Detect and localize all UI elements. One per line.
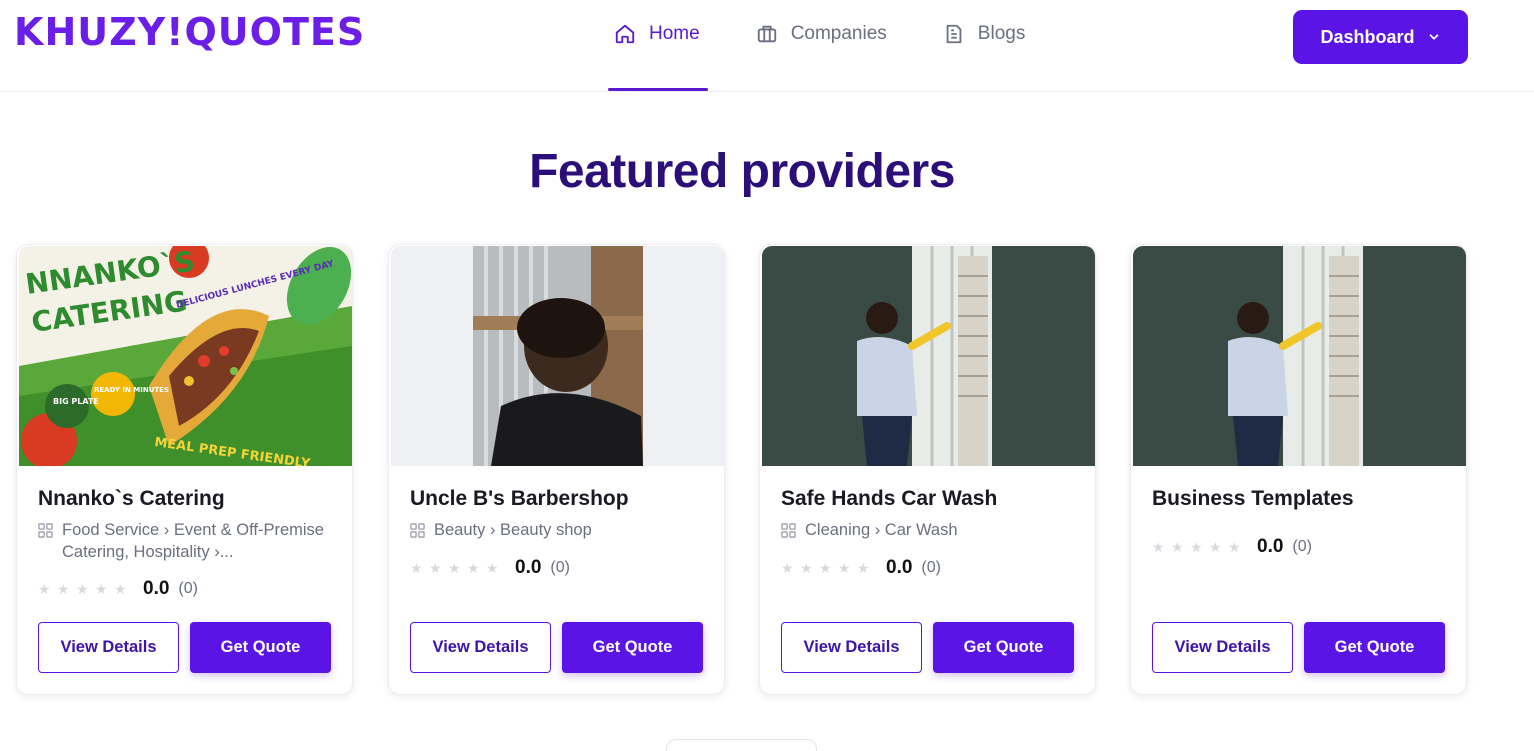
- get-quote-button[interactable]: Get Quote: [562, 622, 703, 673]
- category-text: Beauty › Beauty shop: [434, 521, 592, 539]
- rating-value: 0.0: [886, 557, 913, 578]
- provider-image[interactable]: [1133, 246, 1466, 466]
- star-rating: ★ ★ ★ ★ ★: [1152, 538, 1247, 555]
- star-icon: ★: [95, 580, 108, 597]
- chevron-down-icon: [1427, 30, 1441, 44]
- get-quote-button[interactable]: Get Quote: [1304, 622, 1445, 673]
- get-quote-button[interactable]: Get Quote: [190, 622, 331, 673]
- provider-image[interactable]: [762, 246, 1095, 466]
- category-grid-icon: [410, 523, 425, 538]
- main-nav: Home Companies Blogs: [608, 0, 1075, 91]
- get-quote-button[interactable]: Get Quote: [933, 622, 1074, 673]
- provider-rating: ★ ★ ★ ★ ★ 0.0 (0): [1152, 536, 1312, 558]
- active-tab-indicator: [608, 88, 708, 91]
- dashboard-label: Dashboard: [1320, 26, 1415, 47]
- star-icon: ★: [781, 559, 794, 576]
- nav-item-label: Blogs: [977, 22, 1026, 44]
- view-details-button[interactable]: View Details: [38, 622, 179, 673]
- provider-name[interactable]: Uncle B's Barbershop: [410, 487, 629, 511]
- star-icon: ★: [114, 580, 127, 597]
- flyer-badge-big-plate: BIG PLATE: [53, 397, 99, 406]
- document-icon: [943, 23, 965, 45]
- provider-card[interactable]: NNANKO`S CATERING DELICIOUS LUNCHES EVER…: [16, 244, 353, 695]
- nav-item-label: Companies: [790, 22, 887, 44]
- star-icon: ★: [467, 559, 480, 576]
- provider-category: Cleaning › Car Wash: [781, 519, 1081, 541]
- flyer-badge-ready: READY IN MINUTES: [94, 386, 169, 394]
- provider-rating: ★ ★ ★ ★ ★ 0.0 (0): [410, 557, 570, 579]
- nav-item-blogs[interactable]: Blogs: [937, 0, 1032, 79]
- provider-image[interactable]: NNANKO`S CATERING DELICIOUS LUNCHES EVER…: [19, 246, 352, 466]
- view-details-button[interactable]: View Details: [781, 622, 922, 673]
- nav-item-companies[interactable]: Companies: [750, 0, 893, 79]
- star-icon: ★: [1171, 538, 1184, 555]
- provider-card[interactable]: Uncle B's Barbershop Beauty › Beauty sho…: [388, 244, 725, 695]
- provider-card[interactable]: Safe Hands Car Wash Cleaning › Car Wash …: [759, 244, 1096, 695]
- star-icon: ★: [838, 559, 851, 576]
- site-header: KHUZY!QUOTES Home Companies Blogs Dashbo…: [0, 0, 1534, 92]
- provider-image[interactable]: [391, 246, 724, 466]
- briefcase-icon: [756, 23, 778, 45]
- provider-name[interactable]: Safe Hands Car Wash: [781, 487, 997, 511]
- category-grid-icon: [781, 523, 796, 538]
- star-icon: ★: [857, 559, 870, 576]
- star-icon: ★: [819, 559, 832, 576]
- category-text: Food Service › Event & Off-Premise Cater…: [62, 521, 324, 561]
- star-rating: ★ ★ ★ ★ ★: [38, 580, 133, 597]
- review-count: (0): [550, 559, 570, 576]
- star-icon: ★: [448, 559, 461, 576]
- category-grid-icon: [38, 523, 53, 538]
- review-count: (0): [178, 580, 198, 597]
- provider-name[interactable]: Business Templates: [1152, 487, 1354, 511]
- provider-card[interactable]: Business Templates ★ ★ ★ ★ ★ 0.0 (0) View De…: [1130, 244, 1467, 695]
- provider-rating: ★ ★ ★ ★ ★ 0.0 (0): [38, 578, 198, 600]
- star-icon: ★: [486, 559, 499, 576]
- category-text: Cleaning › Car Wash: [805, 521, 958, 539]
- provider-name[interactable]: Nnanko`s Catering: [38, 487, 225, 511]
- section-title: Featured providers: [529, 145, 955, 198]
- site-logo[interactable]: KHUZY!QUOTES: [14, 6, 365, 58]
- rating-value: 0.0: [1257, 536, 1284, 557]
- rating-value: 0.0: [143, 578, 170, 599]
- nav-item-label: Home: [649, 22, 700, 44]
- rating-value: 0.0: [515, 557, 542, 578]
- star-icon: ★: [1152, 538, 1165, 555]
- dashboard-button[interactable]: Dashboard: [1293, 10, 1468, 64]
- star-icon: ★: [38, 580, 51, 597]
- star-rating: ★ ★ ★ ★ ★: [410, 559, 505, 576]
- view-details-button[interactable]: View Details: [1152, 622, 1293, 673]
- provider-rating: ★ ★ ★ ★ ★ 0.0 (0): [781, 557, 941, 579]
- star-icon: ★: [800, 559, 813, 576]
- star-icon: ★: [1209, 538, 1222, 555]
- nav-item-home[interactable]: Home: [608, 0, 706, 79]
- star-icon: ★: [410, 559, 423, 576]
- provider-category: Food Service › Event & Off-Premise Cater…: [38, 519, 338, 563]
- provider-category: Beauty › Beauty shop: [410, 519, 710, 541]
- star-icon: ★: [1190, 538, 1203, 555]
- view-details-button[interactable]: View Details: [410, 622, 551, 673]
- star-rating: ★ ★ ★ ★ ★: [781, 559, 876, 576]
- review-count: (0): [921, 559, 941, 576]
- home-icon: [614, 23, 636, 45]
- pagination-control[interactable]: [666, 739, 817, 751]
- star-icon: ★: [76, 580, 89, 597]
- star-icon: ★: [429, 559, 442, 576]
- review-count: (0): [1292, 538, 1312, 555]
- star-icon: ★: [57, 580, 70, 597]
- star-icon: ★: [1228, 538, 1241, 555]
